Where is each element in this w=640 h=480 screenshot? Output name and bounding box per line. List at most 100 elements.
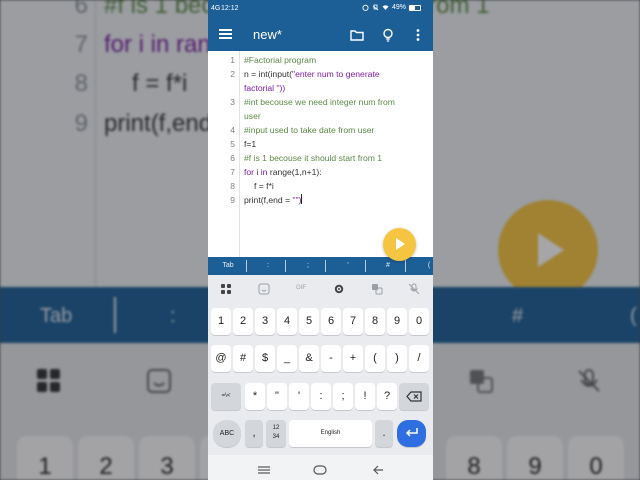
symbol-key-quote[interactable]: '	[334, 262, 362, 269]
run-button[interactable]	[383, 228, 416, 261]
home-icon[interactable]	[313, 462, 327, 480]
symbol-key-paren[interactable]: (	[415, 262, 433, 269]
settings-gear-icon[interactable]	[332, 283, 346, 295]
symbol-separator	[285, 260, 286, 272]
signal-indicator: 4G	[211, 5, 221, 12]
numpad-switch-key[interactable]: 12 34	[266, 420, 286, 447]
mute-icon	[372, 4, 379, 11]
key-hash[interactable]: #	[233, 345, 253, 372]
sticker-icon[interactable]	[257, 283, 271, 295]
line-number: 2	[230, 69, 235, 79]
key-single-quote[interactable]: '	[289, 383, 309, 410]
abc-switch-key[interactable]: ABC	[213, 420, 241, 447]
back-icon[interactable]	[372, 462, 384, 480]
status-bar: 4G 12:12 49%	[208, 0, 433, 18]
gif-button[interactable]: GIF	[293, 285, 309, 297]
code-line: n = int(input("enter num to generate	[244, 67, 431, 81]
wifi-icon	[382, 5, 389, 10]
symbol-separator	[246, 260, 247, 272]
symbol-key-colon[interactable]: :	[254, 262, 282, 269]
symbol-key-hash[interactable]: #	[374, 262, 402, 269]
line-number: 3	[230, 97, 235, 107]
status-time: 12:12	[221, 5, 239, 12]
string-token: "")	[292, 195, 302, 205]
key-underscore[interactable]: _	[277, 345, 297, 372]
battery-percent: 49%	[391, 4, 406, 11]
key-exclamation[interactable]: !	[355, 383, 375, 410]
line-number: 8	[230, 181, 235, 191]
line-number: 7	[230, 167, 235, 177]
code-line: for i in range(1,n+1):	[244, 165, 431, 179]
code-line-wrap: user	[244, 111, 261, 121]
backspace-key[interactable]	[399, 383, 429, 410]
line-number: 9	[230, 195, 235, 205]
space-key[interactable]: English	[289, 420, 372, 447]
key-5[interactable]: 5	[299, 308, 319, 335]
key-minus[interactable]: -	[321, 345, 341, 372]
battery-icon	[409, 4, 421, 11]
recents-icon[interactable]	[258, 462, 270, 480]
menu-icon[interactable]	[219, 29, 232, 39]
code-line: #int becouse we need integer num from	[244, 97, 395, 107]
key-more-symbols[interactable]: =\<	[211, 383, 241, 410]
key-0[interactable]: 0	[409, 308, 429, 335]
key-3[interactable]: 3	[255, 308, 275, 335]
key-double-quote[interactable]: "	[267, 383, 287, 410]
key-plus[interactable]: +	[343, 345, 363, 372]
key-dollar[interactable]: $	[255, 345, 275, 372]
app-bar: new*	[208, 18, 433, 51]
keyword-token: for	[244, 167, 255, 177]
symbol-key-semicolon[interactable]: ;	[294, 262, 322, 269]
symbol-separator	[325, 260, 326, 272]
key-1[interactable]: 1	[211, 308, 231, 335]
code-line: #Factorial program	[244, 55, 317, 65]
apps-grid-icon[interactable]	[219, 283, 233, 295]
key-4[interactable]: 4	[277, 308, 297, 335]
key-2[interactable]: 2	[233, 308, 253, 335]
key-6[interactable]: 6	[321, 308, 341, 335]
key-close-paren[interactable]: )	[387, 345, 407, 372]
enter-icon	[405, 428, 418, 437]
code-line: f = f*i	[254, 181, 274, 191]
enter-key[interactable]	[397, 420, 426, 447]
key-open-paren[interactable]: (	[365, 345, 385, 372]
key-7[interactable]: 7	[343, 308, 363, 335]
key-period[interactable]: .	[375, 420, 393, 447]
mic-off-icon[interactable]	[407, 283, 421, 295]
keyword-token: in	[260, 167, 268, 177]
alarm-icon	[362, 4, 369, 11]
more-options-icon[interactable]	[410, 27, 426, 43]
line-number: 5	[230, 139, 235, 149]
key-9[interactable]: 9	[387, 308, 407, 335]
code-token: range(1,n+1):	[269, 167, 322, 177]
numpad-label-top: 12	[272, 425, 280, 431]
code-token: n = int(input(	[244, 69, 293, 79]
code-token: f,end =	[263, 195, 293, 205]
line-number: 4	[230, 125, 235, 135]
code-editor[interactable]: 1 2 3 4 5 6 7 8 9 #Factorial program n =…	[208, 51, 433, 257]
code-line: #f is 1 becouse it should start from 1	[244, 153, 383, 163]
key-8[interactable]: 8	[365, 308, 385, 335]
folder-icon[interactable]	[349, 27, 365, 43]
key-asterisk[interactable]: *	[245, 383, 265, 410]
translate-icon[interactable]	[370, 283, 384, 295]
key-slash[interactable]: /	[409, 345, 429, 372]
numpad-label-bottom: 34	[272, 434, 280, 440]
code-line-wrap: factorial "))	[244, 81, 431, 95]
code-line: f=1	[244, 139, 257, 149]
string-token: factorial "))	[244, 83, 286, 93]
key-ampersand[interactable]: &	[299, 345, 319, 372]
symbol-separator	[365, 260, 366, 272]
key-at[interactable]: @	[211, 345, 231, 372]
code-line: #input used to take date from user	[244, 125, 375, 135]
symbol-key-tab[interactable]: Tab	[214, 262, 242, 269]
file-title: new*	[253, 27, 282, 42]
lightbulb-icon[interactable]	[380, 27, 396, 43]
key-comma[interactable]: ,	[245, 420, 263, 447]
key-colon[interactable]: :	[311, 383, 331, 410]
backspace-icon	[406, 391, 422, 402]
key-semicolon[interactable]: ;	[333, 383, 353, 410]
soft-keyboard: GIF 1 2 3 4 5 6 7 8 9 0 @ # $ _ & - + (…	[208, 275, 433, 455]
key-question[interactable]: ?	[377, 383, 397, 410]
symbol-separator	[405, 260, 406, 272]
